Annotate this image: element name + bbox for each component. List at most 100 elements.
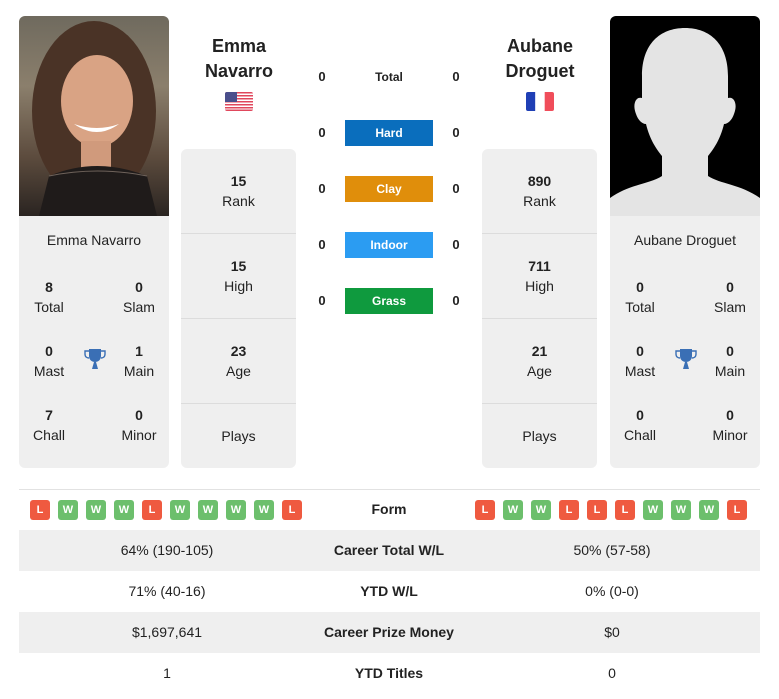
- titles-slam: 0 Slam: [700, 277, 760, 317]
- form-loss-badge[interactable]: L: [30, 500, 50, 520]
- stat-left-value: 71% (40-16): [128, 583, 206, 599]
- surface-indoor-button[interactable]: Indoor: [345, 232, 433, 258]
- avatar-placeholder-icon: [610, 28, 760, 216]
- titles-minor: 0 Minor: [109, 405, 169, 445]
- player-left-portrait: [32, 21, 157, 216]
- titles-main-label: Main: [123, 363, 155, 379]
- form-loss-badge[interactable]: L: [727, 500, 747, 520]
- titles-chall: 7 Chall: [19, 405, 79, 445]
- h2h-hard-row: 0 Hard 0: [300, 120, 478, 146]
- form-win-badge[interactable]: W: [643, 500, 663, 520]
- form-win-badge[interactable]: W: [198, 500, 218, 520]
- rank-value: 15: [230, 173, 247, 189]
- player-left-form: LWWWLWWWWL: [30, 500, 302, 520]
- stat-right-value: 50% (57-58): [573, 542, 651, 558]
- player-right-titles: Aubane Droguet 0 Total 0 Slam 0 Mast 0 M…: [610, 216, 760, 468]
- stat-right-value: $0: [604, 624, 620, 640]
- form-loss-badge[interactable]: L: [282, 500, 302, 520]
- form-loss-badge[interactable]: L: [142, 500, 162, 520]
- player-right-full-name[interactable]: Aubane Droguet: [610, 232, 760, 248]
- titles-mast-value: 0: [45, 343, 53, 359]
- stats-row-ytd-wl: 71% (40-16) YTD W/L 0% (0-0): [19, 571, 760, 612]
- age-cell: 23 Age: [181, 319, 296, 404]
- titles-total: 8 Total: [19, 277, 79, 317]
- form-win-badge[interactable]: W: [699, 500, 719, 520]
- rank-cell: 15 Rank: [181, 149, 296, 234]
- form-win-badge[interactable]: W: [254, 500, 274, 520]
- titles-total: 0 Total: [610, 277, 670, 317]
- rank-value: 890: [527, 173, 552, 189]
- h2h-total-label: Total: [375, 70, 403, 84]
- surface-grass-button[interactable]: Grass: [345, 288, 433, 314]
- stat-left-value: $1,697,641: [131, 624, 203, 640]
- titles-main: 0 Main: [700, 341, 760, 381]
- form-row: LWWWLWWWWL Form LWWLLLWWWL: [19, 490, 760, 529]
- titles-main-value: 0: [726, 343, 734, 359]
- age-label: Age: [527, 363, 552, 379]
- h2h-total-row: 0 Total 0: [300, 64, 478, 90]
- h2h-left-count: 0: [318, 293, 326, 308]
- titles-mast: 0 Mast: [19, 341, 79, 381]
- form-win-badge[interactable]: W: [170, 500, 190, 520]
- stats-row-prize-money: $1,697,641 Career Prize Money $0: [19, 612, 760, 653]
- form-win-badge[interactable]: W: [86, 500, 106, 520]
- player-left-last-name: Navarro: [204, 61, 274, 81]
- plays-cell: Plays: [482, 404, 597, 468]
- player-left-titles: Emma Navarro 8 Total 0 Slam 0 Mast 1 Mai…: [19, 216, 169, 468]
- player-right-last-name: Droguet: [505, 61, 575, 81]
- h2h-left-count: 0: [318, 125, 326, 140]
- trophy-icon: [83, 347, 107, 371]
- form-win-badge[interactable]: W: [58, 500, 78, 520]
- form-loss-badge[interactable]: L: [475, 500, 495, 520]
- form-label: Form: [371, 501, 407, 517]
- player-left-name[interactable]: Emma Navarro: [181, 34, 297, 84]
- h2h-right-count: 0: [452, 237, 460, 252]
- form-win-badge[interactable]: W: [671, 500, 691, 520]
- form-win-badge[interactable]: W: [503, 500, 523, 520]
- titles-total-value: 8: [45, 279, 53, 295]
- stats-row-ytd-titles: 1 YTD Titles 0: [19, 653, 760, 694]
- titles-main-value: 1: [135, 343, 143, 359]
- h2h-left-count: 0: [318, 181, 326, 196]
- h2h-clay-row: 0 Clay 0: [300, 176, 478, 202]
- player-left-stats: 15 Rank 15 High 23 Age Plays: [181, 149, 296, 468]
- h2h-grass-row: 0 Grass 0: [300, 288, 478, 314]
- high-label: High: [525, 278, 554, 294]
- stat-label: Career Prize Money: [324, 624, 454, 640]
- stat-label: Career Total W/L: [333, 542, 445, 558]
- form-loss-badge[interactable]: L: [587, 500, 607, 520]
- stats-row-career-wl: 64% (190-105) Career Total W/L 50% (57-5…: [19, 530, 760, 571]
- form-win-badge[interactable]: W: [114, 500, 134, 520]
- plays-label: Plays: [522, 428, 557, 444]
- h2h-left-count: 0: [318, 69, 326, 84]
- player-right-first-name: Aubane: [506, 36, 573, 56]
- titles-minor-label: Minor: [121, 427, 157, 443]
- player-right-stats: 890 Rank 711 High 21 Age Plays: [482, 149, 597, 468]
- age-label: Age: [226, 363, 251, 379]
- stat-right-value: 0: [608, 665, 616, 681]
- stat-right-value: 0% (0-0): [585, 583, 639, 599]
- player-right-name[interactable]: Aubane Droguet: [482, 34, 598, 84]
- form-win-badge[interactable]: W: [226, 500, 246, 520]
- titles-chall-label: Chall: [624, 427, 656, 443]
- form-win-badge[interactable]: W: [531, 500, 551, 520]
- titles-minor-value: 0: [135, 407, 143, 423]
- surface-clay-button[interactable]: Clay: [345, 176, 433, 202]
- high-value: 711: [528, 258, 551, 274]
- high-value: 15: [230, 258, 247, 274]
- titles-mast-value: 0: [636, 343, 644, 359]
- titles-main: 1 Main: [109, 341, 169, 381]
- high-cell: 711 High: [482, 234, 597, 319]
- surface-hard-button[interactable]: Hard: [345, 120, 433, 146]
- player-left-full-name[interactable]: Emma Navarro: [19, 232, 169, 248]
- titles-chall-label: Chall: [33, 427, 65, 443]
- titles-slam-value: 0: [135, 279, 143, 295]
- plays-cell: Plays: [181, 404, 296, 468]
- flag-france-icon: [526, 92, 554, 111]
- form-loss-badge[interactable]: L: [559, 500, 579, 520]
- form-loss-badge[interactable]: L: [615, 500, 635, 520]
- titles-minor-label: Minor: [712, 427, 748, 443]
- rank-label: Rank: [523, 193, 556, 209]
- titles-chall-value: 0: [636, 407, 644, 423]
- trophy-icon: [674, 347, 698, 371]
